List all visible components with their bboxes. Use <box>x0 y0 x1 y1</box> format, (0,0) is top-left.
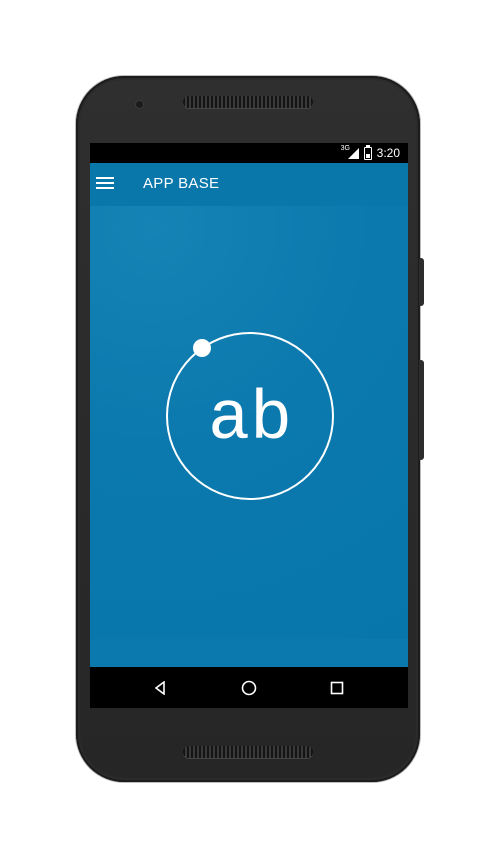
signal-icon: 3G <box>341 145 359 159</box>
bottom-speaker <box>183 746 313 758</box>
app-title: APP BASE <box>143 175 220 192</box>
top-speaker <box>183 96 313 108</box>
recents-icon <box>330 681 344 694</box>
navigation-bar <box>90 667 408 708</box>
main-content: ab <box>90 206 408 639</box>
back-button[interactable] <box>140 667 180 708</box>
home-button[interactable] <box>229 667 269 708</box>
hamburger-menu-icon[interactable] <box>96 177 116 191</box>
phone-frame: 3G 3:20 APP BASE ab <box>76 76 424 782</box>
recents-button[interactable] <box>317 667 357 708</box>
status-time: 3:20 <box>376 146 400 160</box>
logo-text: ab <box>208 381 292 460</box>
screen: 3G 3:20 APP BASE ab <box>90 143 408 708</box>
logo-dot <box>193 339 211 357</box>
volume-button <box>419 360 424 460</box>
battery-icon <box>363 144 372 160</box>
app-bar: APP BASE <box>90 163 408 206</box>
home-icon <box>241 680 257 695</box>
power-button <box>419 258 424 306</box>
app-logo: ab <box>166 332 334 500</box>
back-icon <box>154 680 165 695</box>
front-camera <box>136 101 143 108</box>
status-bar: 3G 3:20 <box>90 143 408 163</box>
